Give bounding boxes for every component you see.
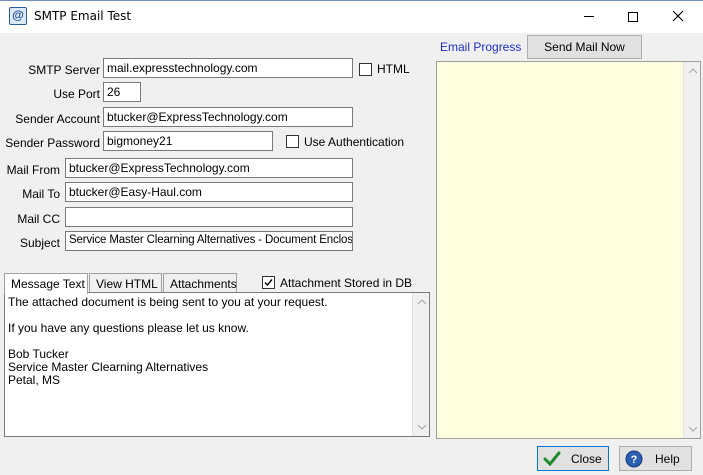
subject-input[interactable]: Service Master Clearning Alternatives - …: [65, 231, 353, 251]
window-title: SMTP Email Test: [34, 9, 132, 23]
use-authentication-label: Use Authentication: [304, 135, 405, 149]
use-port-input[interactable]: 26: [103, 82, 141, 102]
help-button-label: Help: [655, 452, 680, 466]
smtp-server-label: SMTP Server: [28, 63, 100, 77]
app-icon: @: [9, 7, 27, 25]
progress-scrollbar[interactable]: [683, 62, 700, 438]
help-button[interactable]: ? Help: [619, 446, 692, 471]
close-icon: [672, 10, 683, 22]
attachment-stored-label: Attachment Stored in DB: [280, 276, 413, 290]
mail-cc-label: Mail CC: [17, 212, 60, 226]
email-progress-label: Email Progress: [440, 40, 522, 54]
html-checkbox-label: HTML: [377, 62, 410, 76]
tab-attachments[interactable]: Attachments: [163, 273, 237, 293]
minimize-button[interactable]: [566, 0, 611, 32]
scroll-up-icon[interactable]: [684, 62, 701, 79]
send-mail-now-button[interactable]: Send Mail Now: [527, 35, 642, 59]
minimize-icon: [583, 16, 594, 17]
use-port-label: Use Port: [53, 87, 100, 101]
tab-view-html[interactable]: View HTML: [89, 273, 162, 293]
message-text-area[interactable]: The attached document is being sent to y…: [4, 292, 430, 437]
maximize-icon: [627, 11, 638, 22]
scroll-down-icon[interactable]: [413, 419, 430, 436]
message-body[interactable]: The attached document is being sent to y…: [8, 296, 412, 387]
attachment-stored-checkbox[interactable]: [262, 276, 275, 289]
scroll-down-icon[interactable]: [684, 421, 701, 438]
mail-to-input[interactable]: btucker@Easy-Haul.com: [65, 182, 353, 202]
close-window-button[interactable]: [655, 0, 700, 32]
svg-text:?: ?: [631, 454, 638, 466]
email-progress-log[interactable]: [436, 61, 701, 439]
tab-message-text[interactable]: Message Text: [4, 273, 88, 294]
checkmark-icon: [543, 451, 561, 467]
sender-password-label: Sender Password: [5, 136, 100, 150]
message-scrollbar[interactable]: [412, 293, 429, 436]
html-checkbox[interactable]: [359, 63, 372, 76]
subject-label: Subject: [19, 236, 60, 250]
mail-from-label: Mail From: [6, 163, 60, 177]
close-button-label: Close: [571, 452, 602, 466]
sender-account-input[interactable]: btucker@ExpressTechnology.com: [103, 107, 353, 127]
checkmark-icon: [264, 279, 273, 287]
help-icon: ?: [625, 450, 643, 468]
close-button[interactable]: Close: [537, 446, 609, 471]
mail-cc-input[interactable]: [65, 207, 353, 227]
mail-from-input[interactable]: btucker@ExpressTechnology.com: [65, 158, 353, 178]
use-authentication-checkbox[interactable]: [286, 135, 299, 148]
mail-to-label: Mail To: [22, 187, 60, 201]
scroll-up-icon[interactable]: [413, 293, 430, 310]
sender-password-input[interactable]: bigmoney21: [103, 131, 273, 151]
smtp-server-input[interactable]: mail.expresstechnology.com: [103, 58, 353, 78]
maximize-button[interactable]: [610, 0, 655, 32]
sender-account-label: Sender Account: [15, 112, 100, 126]
